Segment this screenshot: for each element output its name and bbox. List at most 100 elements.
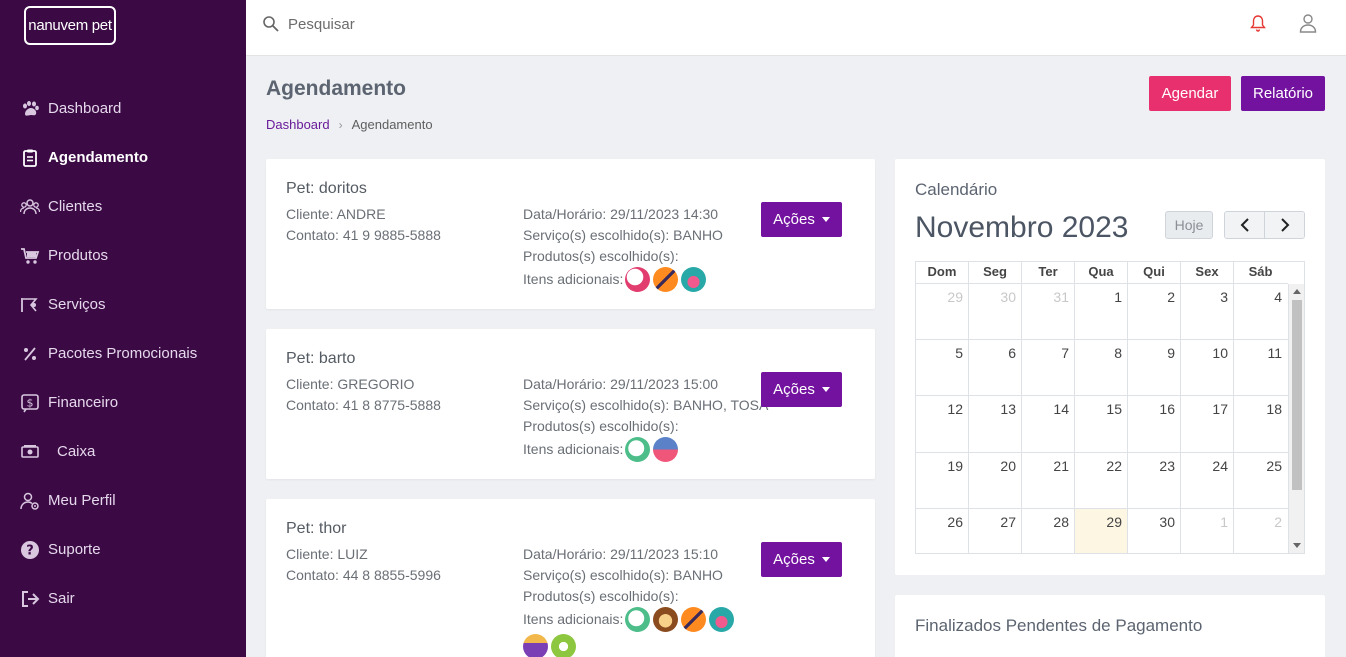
calendar-day[interactable]: 4 xyxy=(1234,284,1287,339)
sidebar-item-label: Sair xyxy=(48,590,75,607)
logo[interactable]: nanuvem pet xyxy=(24,6,116,45)
appointment-datetime: Data/Horário: 29/11/2023 14:30 xyxy=(523,206,719,222)
calendar-day[interactable]: 18 xyxy=(1234,396,1287,451)
prev-month-button[interactable] xyxy=(1225,212,1265,238)
calendar-day[interactable]: 31 xyxy=(1022,284,1075,340)
addons-label: Itens adicionais: xyxy=(523,611,624,627)
addons-row: Itens adicionais: xyxy=(523,437,763,462)
calendar-day[interactable]: 14 xyxy=(1022,396,1075,452)
pet-name: Pet: thor xyxy=(286,520,347,537)
calendar-day[interactable]: 22 xyxy=(1075,452,1128,508)
calendar-title: Calendário xyxy=(915,180,998,199)
calendar-day[interactable]: 8 xyxy=(1075,340,1128,396)
actions-dropdown-button[interactable]: Ações xyxy=(761,372,842,407)
calendar-day[interactable]: 27 xyxy=(969,508,1022,553)
calendar-day[interactable]: 23 xyxy=(1128,452,1181,508)
chevron-right-icon xyxy=(1280,218,1289,232)
scroll-thumb[interactable] xyxy=(1292,300,1302,490)
calendar-day[interactable]: 12 xyxy=(916,396,969,452)
client-info: Cliente: GREGORIO Contato: 41 8 8775-588… xyxy=(286,374,441,416)
calendar-day[interactable]: 29 xyxy=(916,284,969,340)
sidebar-item-agendamento[interactable]: Agendamento xyxy=(0,133,246,182)
scroll-down-icon[interactable] xyxy=(1293,543,1301,548)
sidebar: nanuvem pet Dashboard Agendamento Client… xyxy=(0,0,246,657)
calendar-day[interactable]: 19 xyxy=(916,452,969,508)
calendar-day[interactable]: 5 xyxy=(916,340,969,396)
clipboard-icon xyxy=(19,147,41,169)
calendar-day[interactable]: 16 xyxy=(1128,396,1181,452)
caret-down-icon xyxy=(821,217,830,222)
calendar-week: 29 30 31 1 2 3 4 xyxy=(916,284,1288,341)
weekday-header: Sáb xyxy=(1248,264,1273,279)
calendar-day[interactable]: 7 xyxy=(1022,340,1075,396)
calendar-day[interactable]: 9 xyxy=(1128,340,1181,396)
help-icon: ? xyxy=(19,539,41,561)
sidebar-item-pacotes[interactable]: Pacotes Promocionais xyxy=(0,329,246,378)
calendar-day[interactable]: 21 xyxy=(1022,452,1075,508)
calendar-day[interactable]: 1 xyxy=(1075,284,1128,340)
today-button[interactable]: Hoje xyxy=(1165,211,1213,239)
appointment-services: Serviço(s) escolhido(s): BANHO, TOSA xyxy=(523,397,769,413)
scissors-icon xyxy=(19,294,41,316)
appointment-services: Serviço(s) escolhido(s): BANHO xyxy=(523,567,723,583)
calendar-day[interactable]: 3 xyxy=(1181,284,1234,340)
sidebar-item-produtos[interactable]: Produtos xyxy=(0,231,246,280)
bell-icon[interactable] xyxy=(1250,14,1266,32)
calendar-day[interactable]: 30 xyxy=(969,284,1022,340)
calendar-day[interactable]: 6 xyxy=(969,340,1022,396)
user-icon[interactable] xyxy=(1299,13,1317,33)
sidebar-item-label: Dashboard xyxy=(48,100,122,117)
dog-bandana-icon xyxy=(625,267,651,292)
sidebar-item-clientes[interactable]: Clientes xyxy=(0,182,246,231)
pending-payments-card: Finalizados Pendentes de Pagamento xyxy=(895,595,1325,657)
actions-dropdown-button[interactable]: Ações xyxy=(761,542,842,577)
calendar-day[interactable]: 15 xyxy=(1075,396,1128,452)
sidebar-nav: Dashboard Agendamento Clientes Produtos … xyxy=(0,84,246,623)
calendar-day[interactable]: 10 xyxy=(1181,340,1234,396)
sidebar-item-suporte[interactable]: ? Suporte xyxy=(0,525,246,574)
weekday-header: Dom xyxy=(916,262,969,283)
search-input[interactable] xyxy=(288,12,688,36)
calendar-day[interactable]: 20 xyxy=(969,452,1022,508)
dog-glasses-icon xyxy=(625,607,651,632)
bow-tie-icon xyxy=(681,607,707,632)
sidebar-item-label: Meu Perfil xyxy=(48,492,116,509)
caret-down-icon xyxy=(821,557,830,562)
calendar-day[interactable]: 28 xyxy=(1022,508,1075,553)
sidebar-item-financeiro[interactable]: $ Financeiro xyxy=(0,378,246,427)
chevron-right-icon: › xyxy=(338,117,343,132)
scroll-up-icon[interactable] xyxy=(1293,289,1301,294)
breadcrumb-home[interactable]: Dashboard xyxy=(266,117,330,132)
calendar-week: 19 20 21 22 23 24 25 xyxy=(916,452,1288,509)
calendar-week: 5 6 7 8 9 10 11 xyxy=(916,340,1288,397)
sidebar-item-servicos[interactable]: Serviços xyxy=(0,280,246,329)
percent-icon xyxy=(19,343,41,365)
calendar-day[interactable]: 1 xyxy=(1181,508,1234,553)
actions-dropdown-button[interactable]: Ações xyxy=(761,202,842,237)
sidebar-item-label: Caixa xyxy=(57,443,96,460)
addons-label: Itens adicionais: xyxy=(523,441,624,457)
chevron-left-icon xyxy=(1240,218,1249,232)
calendar-day[interactable]: 30 xyxy=(1128,508,1181,553)
calendar-weekdays: Dom Seg Ter Qua Qui Sex Sáb xyxy=(916,262,1288,284)
svg-text:$: $ xyxy=(27,396,34,409)
calendar-day[interactable]: 2 xyxy=(1234,509,1287,553)
appointment-card: Pet: thor Cliente: LUIZ Contato: 44 8 88… xyxy=(266,499,875,657)
relatorio-button[interactable]: Relatório xyxy=(1241,76,1325,111)
sidebar-item-sair[interactable]: Sair xyxy=(0,574,246,623)
calendar-day[interactable]: 11 xyxy=(1234,340,1287,395)
calendar-day-today[interactable]: 29 xyxy=(1075,508,1128,553)
next-month-button[interactable] xyxy=(1265,212,1304,238)
agendar-button[interactable]: Agendar xyxy=(1149,76,1231,111)
sidebar-item-dashboard[interactable]: Dashboard xyxy=(0,84,246,133)
sidebar-item-caixa[interactable]: Caixa xyxy=(0,427,246,476)
calendar-day[interactable]: 17 xyxy=(1181,396,1234,452)
calendar-scrollbar[interactable] xyxy=(1288,284,1304,553)
appointment-datetime: Data/Horário: 29/11/2023 15:10 xyxy=(523,546,719,562)
calendar-day[interactable]: 2 xyxy=(1128,284,1181,340)
sidebar-item-meu-perfil[interactable]: Meu Perfil xyxy=(0,476,246,525)
calendar-day[interactable]: 13 xyxy=(969,396,1022,452)
calendar-day[interactable]: 24 xyxy=(1181,452,1234,508)
calendar-day[interactable]: 26 xyxy=(916,508,969,553)
calendar-day[interactable]: 25 xyxy=(1234,453,1287,508)
